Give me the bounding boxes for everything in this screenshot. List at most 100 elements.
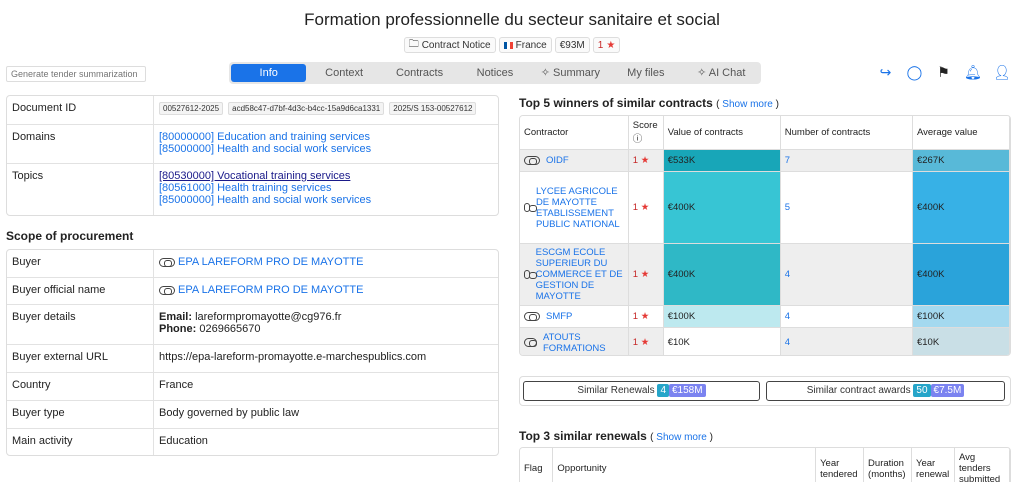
sparkle-icon: ✧	[697, 67, 709, 79]
buyer-email: lareformpromayotte@cg976.fr	[195, 311, 342, 323]
column-header: Flag	[520, 448, 554, 482]
contractor-link[interactable]: LYCEE AGRICOLE DE MAYOTTE ETABLISSEMENT …	[536, 186, 624, 230]
share-icon[interactable]: ↪	[877, 64, 894, 81]
value-cell: €400K	[663, 171, 781, 244]
page-title: Formation professionnelle du secteur san…	[304, 10, 720, 29]
bell-icon[interactable]: 🔔︎	[964, 64, 982, 81]
country-badge: France	[498, 37, 552, 53]
column-header: Year tendered	[815, 448, 865, 482]
avg-cell: €10K	[912, 327, 1010, 355]
topic-link[interactable]: [85000000] Health and social work servic…	[159, 194, 493, 206]
organization-icon	[524, 338, 537, 347]
renewals-table: Flag Opportunity Year tendered Duration …	[520, 448, 1010, 482]
buyer-details-row: Buyer details Email: lareformpromayotte@…	[7, 305, 498, 345]
buyer-official-link[interactable]: EPA LAREFORM PRO DE MAYOTTE	[178, 284, 363, 296]
score-badge: 1 ★	[592, 37, 621, 53]
notice-meta: 🗀 Contract Notice France €93M 1 ★	[0, 37, 1024, 53]
organization-icon	[524, 156, 540, 165]
winner-row: ESCGM ECOLE SUPERIEUR DU COMMERCE ET DE …	[520, 243, 1010, 306]
buyer-link[interactable]: EPA LAREFORM PRO DE MAYOTTE	[178, 256, 363, 268]
scope-heading: Scope of procurement	[6, 229, 134, 243]
tab-bar: Info Context Contracts Notices ✧ Summary…	[229, 62, 761, 84]
tab-ai-chat[interactable]: ✧ AI Chat	[684, 64, 759, 82]
avg-cell: €400K	[912, 171, 1010, 244]
winners-table-header: Contractor Score ⓘ Value of contracts Num…	[520, 116, 1010, 150]
star-icon: ★	[640, 337, 650, 348]
tab-info[interactable]: Info	[231, 64, 307, 82]
count-cell[interactable]: 4	[780, 327, 913, 355]
column-header: Contractor	[520, 116, 629, 150]
contractor-link[interactable]: ESCGM ECOLE SUPERIEUR DU COMMERCE ET DE …	[536, 247, 624, 302]
document-id-badge[interactable]: 00527612-2025	[159, 102, 224, 115]
buyer-official-row: Buyer official name EPA LAREFORM PRO DE …	[7, 278, 498, 305]
flag-icon[interactable]: ⚑	[935, 64, 952, 81]
domain-link[interactable]: [80000000] Education and training servic…	[159, 131, 493, 143]
winner-row: ATOUTS FORMATIONS 1 ★ €10K 4 €10K	[520, 327, 1010, 355]
contractor-link[interactable]: OIDF	[546, 155, 569, 166]
count-cell[interactable]: 4	[780, 305, 913, 328]
topics-row: Topics [80530000] Vocational training se…	[7, 164, 498, 215]
renewals-heading: Top 3 similar renewals ( Show more )	[519, 429, 713, 443]
buyer-phone: 0269665670	[199, 323, 261, 335]
value-cell: €533K	[663, 149, 781, 172]
renewals-table-header: Flag Opportunity Year tendered Duration …	[520, 448, 1010, 482]
count-cell[interactable]: 7	[780, 149, 913, 172]
score-cell: 1 ★	[628, 327, 664, 355]
value-cell: €10K	[663, 327, 781, 355]
count-cell[interactable]: 4	[780, 243, 913, 306]
main-activity-row: Main activity Education	[7, 429, 498, 455]
generate-summary-input[interactable]	[6, 66, 146, 82]
tab-summary[interactable]: ✧ Summary	[533, 64, 608, 82]
column-header: Avg tenders submitted	[954, 448, 1010, 482]
topic-link[interactable]: [80561000] Health training services	[159, 182, 493, 194]
document-id-badge[interactable]: 2025/S 153-00527612	[389, 102, 477, 115]
count-cell[interactable]: 5	[780, 171, 913, 244]
contractor-link[interactable]: SMFP	[546, 311, 572, 322]
contractor-link[interactable]: ATOUTS FORMATIONS	[543, 332, 624, 354]
action-toolbar: ↪ ◯ ⚑ 🔔︎ 👤︎	[877, 64, 1011, 81]
star-icon: ★	[640, 202, 650, 213]
buyer-row: Buyer EPA LAREFORM PRO DE MAYOTTE	[7, 250, 498, 278]
tab-context[interactable]: Context	[306, 64, 381, 82]
domains-row: Domains [80000000] Education and trainin…	[7, 125, 498, 164]
comment-icon[interactable]: ◯	[906, 64, 923, 81]
tab-contracts[interactable]: Contracts	[382, 64, 457, 82]
buyer-url-row: Buyer external URL https://epa-lareform-…	[7, 345, 498, 373]
tab-my-files[interactable]: My files	[608, 64, 683, 82]
renewals-table-panel: Flag Opportunity Year tendered Duration …	[519, 447, 1011, 482]
value-cell: €100K	[663, 305, 781, 328]
winners-table: Contractor Score ⓘ Value of contracts Num…	[520, 116, 1010, 355]
winners-show-more-link[interactable]: Show more	[722, 99, 773, 110]
domain-link[interactable]: [85000000] Health and social work servic…	[159, 143, 493, 155]
column-header: Year renewal	[911, 448, 955, 482]
star-icon: ★	[606, 39, 616, 51]
organization-icon	[524, 203, 537, 212]
organization-icon	[524, 312, 540, 321]
renewals-show-more-link[interactable]: Show more	[656, 432, 707, 443]
similar-buttons-frame	[519, 376, 1011, 406]
score-cell: 1 ★	[628, 149, 664, 172]
document-id-badge[interactable]: acd58c47-d7bf-4d3c-b4cc-15a9d6ca1331	[228, 102, 385, 115]
winner-row: LYCEE AGRICOLE DE MAYOTTE ETABLISSEMENT …	[520, 171, 1010, 244]
score-cell: 1 ★	[628, 305, 664, 328]
column-header: Average value	[912, 116, 1010, 150]
buyer-url-link[interactable]: https://epa-lareform-promayotte.e-marche…	[154, 345, 498, 372]
column-header: Score ⓘ	[628, 116, 664, 150]
scope-panel: Buyer EPA LAREFORM PRO DE MAYOTTE Buyer …	[6, 249, 499, 456]
avg-cell: €100K	[912, 305, 1010, 328]
info-icon: ⓘ	[632, 134, 643, 145]
avg-cell: €267K	[912, 149, 1010, 172]
add-user-icon[interactable]: 👤︎	[993, 64, 1011, 81]
organization-icon	[524, 270, 537, 279]
value-cell: €400K	[663, 243, 781, 306]
details-panel: Document ID 00527612-2025 acd58c47-d7bf-…	[6, 95, 499, 216]
star-icon: ★	[640, 155, 650, 166]
topic-link[interactable]: [80530000] Vocational training services	[159, 170, 493, 182]
tab-notices[interactable]: Notices	[457, 64, 532, 82]
column-header: Duration (months)	[863, 448, 913, 482]
winners-heading: Top 5 winners of similar contracts ( Sho…	[519, 96, 779, 110]
buyer-type-row: Buyer type Body governed by public law	[7, 401, 498, 429]
organization-icon	[159, 285, 175, 295]
folder-icon: 🗀	[408, 38, 419, 50]
winners-table-panel: Contractor Score ⓘ Value of contracts Num…	[519, 115, 1011, 356]
